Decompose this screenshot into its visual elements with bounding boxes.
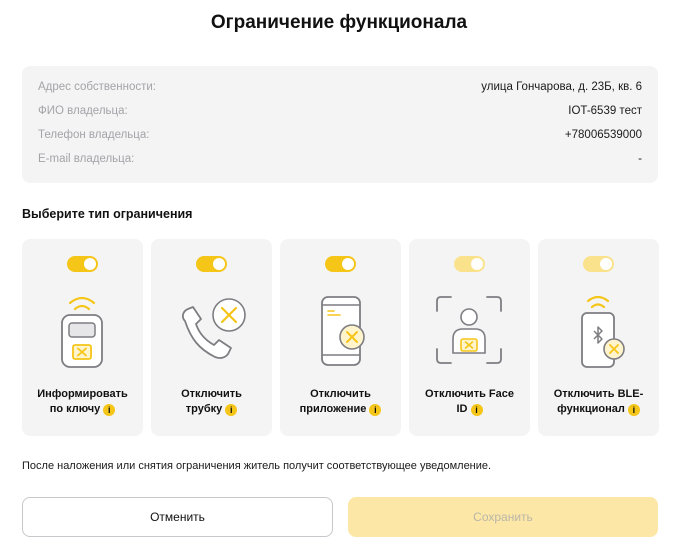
info-icon[interactable]: i [225,404,238,416]
info-value: IOT-6539 тест [568,105,642,117]
card-label: Отключить трубку i [181,388,242,416]
info-row-owner-phone: Телефон владельца: +78006539000 [38,129,642,147]
toggle-switch[interactable] [67,256,98,272]
section-title: Выберите тип ограничения [22,207,193,221]
page-title: Ограничение функционала [210,12,468,33]
card-label: Информировать по ключу i [37,388,128,416]
info-value: улица Гончарова, д. 23Б, кв. 6 [481,81,642,93]
face-id-icon [436,296,502,364]
info-row-owner-email: E-mail владельца: - [38,153,642,171]
toggle-switch[interactable] [196,256,227,272]
info-icon[interactable]: i [470,404,483,416]
card-label: Отключить BLE- функционал i [553,388,644,416]
info-icon[interactable]: i [627,404,640,416]
info-value: +78006539000 [564,129,642,141]
info-label: ФИО владельца: [38,105,128,117]
card-label: Отключить приложение i [282,387,399,417]
restriction-card-face-id[interactable]: Отключить Face ID i [409,239,530,436]
info-icon[interactable]: i [103,404,116,416]
info-label: Адрес собственности: [38,81,156,93]
save-button[interactable]: Сохранить [348,497,658,537]
info-icon[interactable]: i [369,404,382,416]
key-tag-icon [61,296,103,368]
restriction-card-app[interactable]: Отключить приложение i [280,239,401,436]
owner-info-panel: Адрес собственности: улица Гончарова, д.… [22,66,658,183]
notification-note: После наложения или снятия ограничения ж… [22,460,492,472]
restriction-card-handset[interactable]: Отключить трубку i [151,239,272,436]
card-label: Отключить Face ID i [425,388,514,416]
info-value: - [638,153,642,165]
toggle-switch[interactable] [583,256,614,272]
toggle-switch[interactable] [325,256,356,272]
cancel-button[interactable]: Отменить [22,497,333,537]
info-row-owner-name: ФИО владельца: IOT-6539 тест [38,105,642,123]
restriction-card-key[interactable]: Информировать по ключу i [22,239,143,436]
phone-app-icon [321,296,365,366]
handset-icon [181,298,246,359]
bluetooth-phone-icon [581,295,625,368]
info-row-address: Адрес собственности: улица Гончарова, д.… [38,81,642,99]
toggle-switch[interactable] [454,256,485,272]
info-label: E-mail владельца: [38,153,135,165]
info-label: Телефон владельца: [38,129,150,141]
restriction-card-ble[interactable]: Отключить BLE- функционал i [538,239,659,436]
